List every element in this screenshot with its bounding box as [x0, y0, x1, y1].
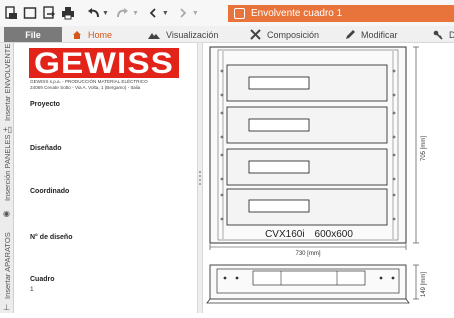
undo-icon[interactable]: [85, 5, 101, 21]
company-line-2: 24069 Cenate Sotto - Via A. Volta, 1 (Be…: [30, 84, 141, 90]
panel-module-2: [220, 106, 396, 144]
tab-visualizacion[interactable]: Visualización: [148, 26, 218, 43]
tab-composicion[interactable]: Composición: [250, 26, 319, 43]
panel-module-3: [220, 148, 396, 186]
forward-dropdown-icon[interactable]: ▼: [192, 10, 199, 17]
undo-dropdown-icon[interactable]: ▼: [102, 10, 109, 17]
field-label-proyecto: Proyecto: [30, 101, 60, 108]
side-tab-bar: Insertar ENVOLVENTE +▯ Inserción PANELES…: [0, 43, 14, 313]
redo-dropdown-icon[interactable]: ▼: [132, 10, 139, 17]
forward-icon[interactable]: [175, 5, 191, 21]
panel-insert-icon[interactable]: +▯: [3, 125, 12, 134]
panel-module-4: [220, 188, 396, 226]
enclosure-drawing[interactable]: CVX160i 600x600 730 [mm] 705 [mm] 149 [mm…: [203, 43, 454, 313]
home-icon: [73, 30, 81, 39]
print-preview-icon[interactable]: [3, 5, 19, 21]
gewiss-logo: GEWISS: [29, 48, 179, 78]
company-info: GEWISS s.p.a. - PRODUCCIÓN MATERIAL ELÉC…: [30, 79, 190, 90]
drawing-canvas[interactable]: CVX160i 600x600 730 [mm] 705 [mm] 149 [mm…: [203, 43, 454, 313]
tab-d-label: D: [449, 29, 454, 40]
document-title: Envolvente cuadro 1: [251, 8, 343, 19]
key-icon: [433, 30, 443, 40]
redo-icon[interactable]: [115, 5, 131, 21]
new-document-icon[interactable]: [22, 5, 38, 21]
side-tab-insertar-aparatos[interactable]: Insertar APARATOS: [3, 232, 12, 299]
field-label-disenado: Diseñado: [30, 145, 62, 152]
width-dimension: 730 [mm]: [295, 251, 320, 257]
side-tab-insertar-envolvente[interactable]: Insertar ENVOLVENTE: [3, 44, 12, 121]
document-icon: [234, 8, 245, 19]
field-label-cuadro: Cuadro: [30, 276, 55, 283]
aparatos-icon[interactable]: ⊥: [3, 303, 10, 312]
field-value-cuadro[interactable]: 1: [30, 286, 34, 293]
tab-home[interactable]: Home: [72, 26, 112, 43]
field-label-coordinado: Coordinado: [30, 188, 70, 195]
tab-visualizacion-label: Visualización: [166, 29, 219, 40]
mountain-icon: [148, 32, 160, 39]
export-icon[interactable]: [41, 5, 57, 21]
gewiss-logo-text: GEWISS: [34, 48, 174, 78]
panel-module-1: [220, 64, 396, 102]
device-icon[interactable]: ◉: [3, 209, 10, 218]
enclosure-top-view: [206, 264, 410, 304]
height-dimension: 705 [mm]: [421, 136, 427, 161]
depth-dimension: 149 [mm]: [421, 272, 427, 297]
tab-composicion-label: Composición: [267, 29, 320, 40]
tab-d[interactable]: D: [433, 26, 454, 43]
tab-modificar-label: Modificar: [361, 29, 398, 40]
back-dropdown-icon[interactable]: ▼: [162, 10, 169, 17]
field-label-n-diseno: N° de diseño: [30, 234, 73, 241]
tab-home-label: Home: [88, 29, 113, 40]
tab-file[interactable]: File: [4, 27, 62, 42]
ribbon-tabs: File Home Visualización Composición Modi…: [0, 26, 454, 43]
tab-modificar[interactable]: Modificar: [345, 26, 398, 43]
side-tab-insercion-paneles[interactable]: Inserción PANELES: [3, 134, 12, 201]
pencil-icon: [346, 29, 355, 39]
project-info-panel: GEWISS GEWISS s.p.a. - PRODUCCIÓN MATERI…: [15, 43, 197, 313]
print-icon[interactable]: [60, 5, 76, 21]
document-title-tab[interactable]: Envolvente cuadro 1: [228, 5, 454, 22]
back-icon[interactable]: [145, 5, 161, 21]
tools-icon: [250, 29, 261, 40]
